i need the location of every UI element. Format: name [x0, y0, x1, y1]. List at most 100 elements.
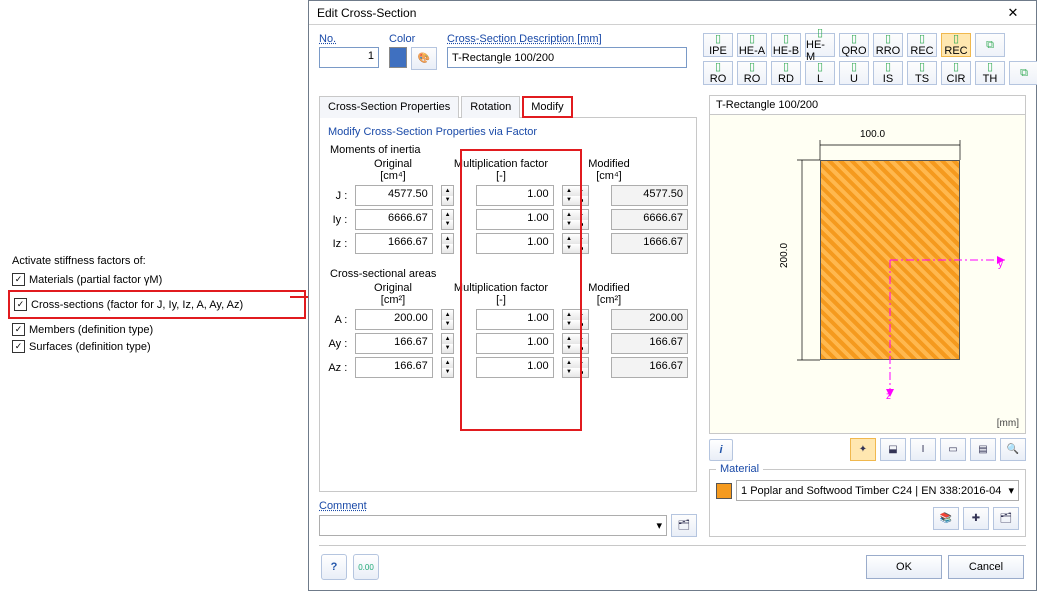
mod-value: 6666.67: [611, 209, 689, 230]
stiffness-title: Activate stiffness factors of:: [12, 255, 302, 267]
material-select[interactable]: 1 Poplar and Softwood Timber C24 | EN 33…: [736, 480, 1019, 501]
color-swatch[interactable]: [389, 47, 407, 68]
mult-value[interactable]: 1.00: [476, 309, 554, 330]
desc-label: Cross-Section Description [mm]: [447, 33, 687, 45]
material-edit-button[interactable]: 🗂: [993, 507, 1019, 530]
tabs: Cross-Section Properties Rotation Modify: [319, 95, 697, 117]
view-axes-button[interactable]: ✦: [850, 438, 876, 461]
profile-library: ▯IPE▯HE-A▯HE-B▯HE-M▯QRO▯RRO▯REC▯REC⧉ ▯RO…: [703, 33, 1037, 85]
orig-value[interactable]: 6666.67: [355, 209, 433, 230]
color-picker-button[interactable]: 🎨: [411, 47, 437, 70]
help-button[interactable]: ?: [321, 554, 347, 580]
profile-rro[interactable]: ▯RRO: [873, 33, 903, 57]
mult-value[interactable]: 1.00: [476, 333, 554, 354]
chevron-down-icon: ▾: [656, 519, 662, 532]
spinner-double[interactable]: ▲▼▸◂: [562, 357, 589, 378]
comment-pick-button[interactable]: 🗂: [671, 514, 697, 537]
profile-he-a[interactable]: ▯HE-A: [737, 33, 767, 57]
profile-qro[interactable]: ▯QRO: [839, 33, 869, 57]
check-icon: ✓: [12, 273, 25, 286]
chk-surfaces[interactable]: ✓Surfaces (definition type): [12, 340, 302, 353]
spinner-double[interactable]: ▲▼▸◂: [562, 309, 589, 330]
preview-title: T-Rectangle 100/200: [709, 95, 1026, 114]
chk-cross-sections[interactable]: ✓Cross-sections (factor for J, Iy, Iz, A…: [14, 298, 300, 311]
mult-value[interactable]: 1.00: [476, 233, 554, 254]
profile-ro[interactable]: ▯RO: [737, 61, 767, 85]
tab-modify[interactable]: Modify: [522, 96, 572, 118]
profile-ipe[interactable]: ▯IPE: [703, 33, 733, 57]
profile-is[interactable]: ▯IS: [873, 61, 903, 85]
chk-materials[interactable]: ✓Materials (partial factor γM): [12, 273, 302, 286]
profile-he-b[interactable]: ▯HE-B: [771, 33, 801, 57]
orig-value[interactable]: 166.67: [355, 357, 433, 378]
titlebar: Edit Cross-Section ✕: [309, 1, 1036, 25]
material-swatch: [716, 483, 732, 499]
no-field[interactable]: 1: [319, 47, 379, 68]
description-field[interactable]: [447, 47, 687, 68]
dimension-lines: [710, 115, 1010, 435]
mod-value: 200.00: [611, 309, 689, 330]
mod-value: 166.67: [611, 333, 689, 354]
cross-section-preview: 100.0 200.0 y z: [709, 114, 1026, 434]
ok-button[interactable]: OK: [866, 555, 942, 579]
check-icon: ✓: [14, 298, 27, 311]
profile-more[interactable]: ⧉: [975, 33, 1005, 57]
view-dims-button[interactable]: ⬓: [880, 438, 906, 461]
material-library-button[interactable]: 📚: [933, 507, 959, 530]
view-print-button[interactable]: ▤: [970, 438, 996, 461]
cancel-button[interactable]: Cancel: [948, 555, 1024, 579]
areas-label: Cross-sectional areas: [330, 268, 688, 280]
profile-rd[interactable]: ▯RD: [771, 61, 801, 85]
unit-label: [mm]: [997, 418, 1019, 429]
units-button[interactable]: 0.00: [353, 554, 379, 580]
comment-label: Comment: [319, 500, 697, 512]
profile-more[interactable]: ⧉: [1009, 61, 1037, 85]
spinner[interactable]: ▲▼: [441, 333, 455, 354]
view-search-button[interactable]: 🔍: [1000, 438, 1026, 461]
view-values-button[interactable]: I: [910, 438, 936, 461]
no-label: No.: [319, 33, 379, 45]
comment-field[interactable]: ▾: [319, 515, 667, 536]
color-label: Color: [389, 33, 437, 45]
mod-value: 166.67: [611, 357, 689, 378]
mult-value[interactable]: 1.00: [476, 185, 554, 206]
orig-value[interactable]: 4577.50: [355, 185, 433, 206]
chk-members[interactable]: ✓Members (definition type): [12, 323, 302, 336]
spinner[interactable]: ▲▼: [441, 357, 455, 378]
tab-rotation[interactable]: Rotation: [461, 96, 520, 118]
group-title: Modify Cross-Section Properties via Fact…: [328, 126, 688, 138]
spinner-double[interactable]: ▲▼▸◂: [562, 233, 589, 254]
profile-ts[interactable]: ▯TS: [907, 61, 937, 85]
spinner-double[interactable]: ▲▼▸◂: [562, 333, 589, 354]
mult-value[interactable]: 1.00: [476, 357, 554, 378]
info-button[interactable]: i: [709, 439, 733, 461]
profile-u[interactable]: ▯U: [839, 61, 869, 85]
modify-panel: Modify Cross-Section Properties via Fact…: [319, 117, 697, 492]
dialog-title: Edit Cross-Section: [317, 6, 998, 20]
orig-value[interactable]: 166.67: [355, 333, 433, 354]
orig-value[interactable]: 1666.67: [355, 233, 433, 254]
profile-th[interactable]: ▯TH: [975, 61, 1005, 85]
profile-ro[interactable]: ▯RO: [703, 61, 733, 85]
profile-rec[interactable]: ▯REC: [907, 33, 937, 57]
check-icon: ✓: [12, 340, 25, 353]
close-button[interactable]: ✕: [998, 5, 1028, 21]
spinner[interactable]: ▲▼: [441, 309, 455, 330]
mult-value[interactable]: 1.00: [476, 209, 554, 230]
material-group: Material 1 Poplar and Softwood Timber C2…: [709, 469, 1026, 537]
check-icon: ✓: [12, 323, 25, 336]
spinner-double[interactable]: ▲▼▸◂: [562, 185, 589, 206]
spinner[interactable]: ▲▼: [441, 209, 455, 230]
spinner[interactable]: ▲▼: [441, 185, 455, 206]
spinner[interactable]: ▲▼: [441, 233, 455, 254]
profile-he-m[interactable]: ▯HE-M: [805, 33, 835, 57]
mod-value: 1666.67: [611, 233, 689, 254]
profile-rec[interactable]: ▯REC: [941, 33, 971, 57]
material-new-button[interactable]: ✚: [963, 507, 989, 530]
view-stress-button[interactable]: ▭: [940, 438, 966, 461]
spinner-double[interactable]: ▲▼▸◂: [562, 209, 589, 230]
profile-cir[interactable]: ▯CIR: [941, 61, 971, 85]
tab-properties[interactable]: Cross-Section Properties: [319, 96, 459, 118]
orig-value[interactable]: 200.00: [355, 309, 433, 330]
profile-l[interactable]: ▯L: [805, 61, 835, 85]
